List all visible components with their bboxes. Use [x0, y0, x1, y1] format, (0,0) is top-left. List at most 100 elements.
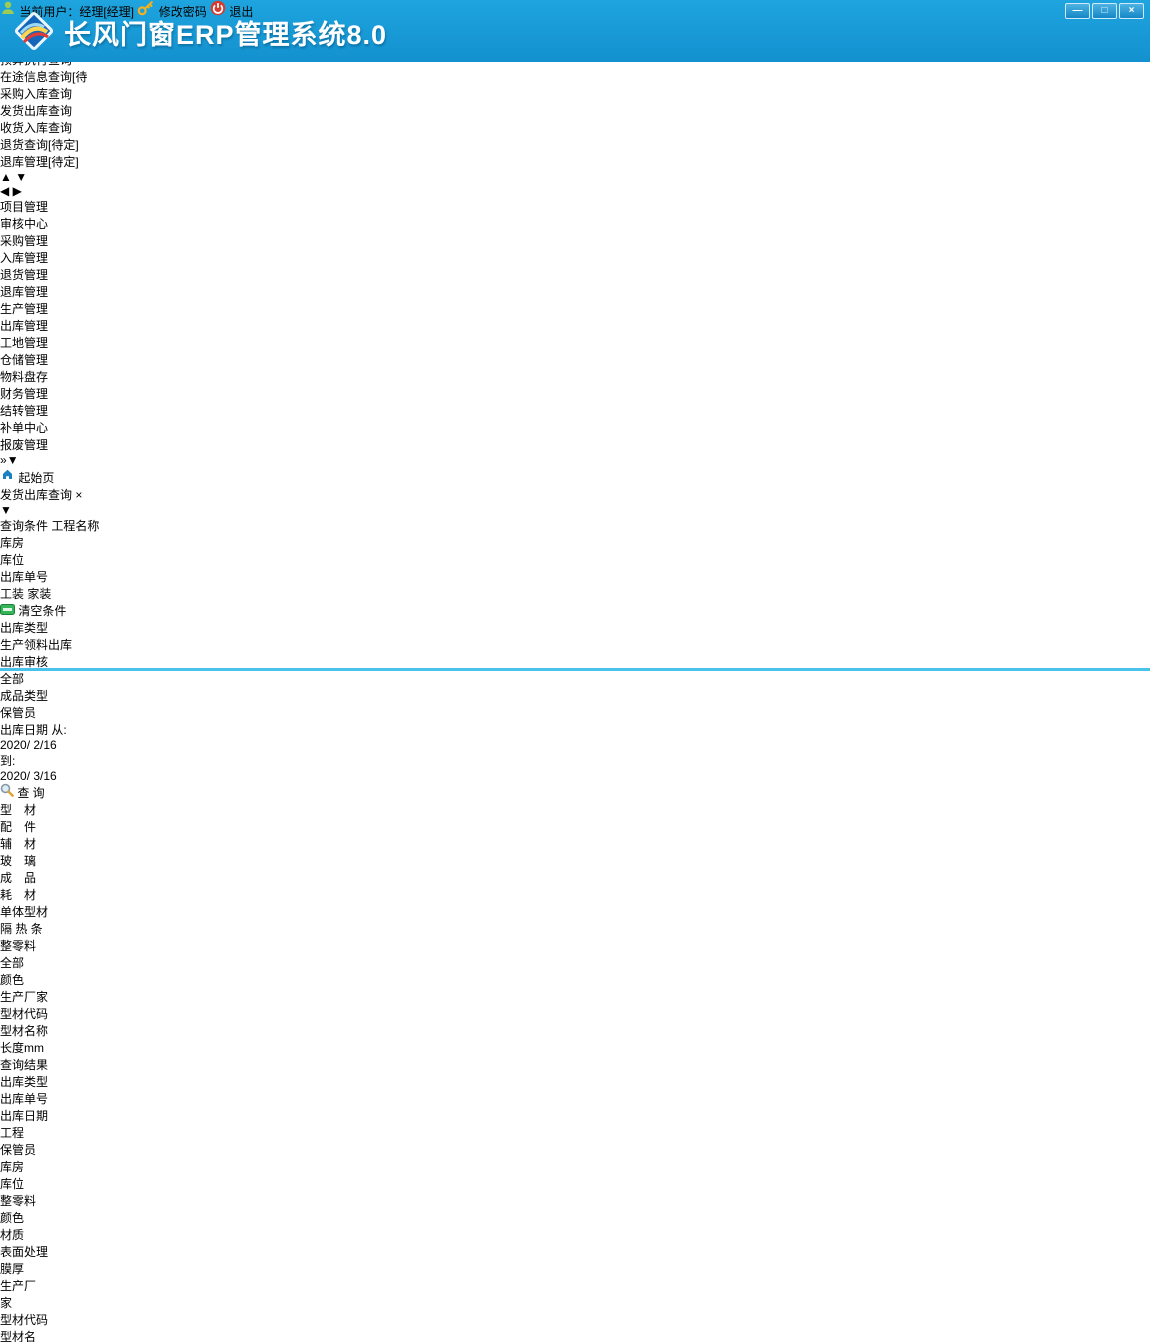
tree-horizontal-scrollbar[interactable]: ◀ ▶: [0, 184, 1150, 198]
column-header[interactable]: 出库日期: [0, 1107, 60, 1124]
length-label: 长度mm: [0, 1041, 44, 1055]
whole-part-label: 整零料: [0, 939, 36, 953]
sidebar-bottom-strip: »▼: [0, 453, 1150, 467]
product-type-label: 成品类型: [0, 689, 48, 703]
column-header[interactable]: 保管员: [0, 1141, 50, 1158]
sidebar-item[interactable]: 项目管理: [0, 198, 1150, 215]
profile-name-label: 型材名称: [0, 1024, 48, 1038]
out-type-label: 出库类型: [0, 621, 48, 635]
sidebar-item[interactable]: 结转管理: [0, 402, 1150, 419]
column-header[interactable]: 出库单号: [0, 1090, 48, 1107]
tab-close-icon[interactable]: ×: [75, 488, 82, 502]
column-header[interactable]: 材质: [0, 1226, 42, 1243]
date-to-picker[interactable]: 2020/ 3/16: [0, 769, 64, 783]
scroll-left-icon[interactable]: ◀: [0, 184, 9, 198]
query-conditions-group: 查询条件 工程名称 库房 库位 出库单号 工装 家装 清空条件 出库类型 生产领…: [0, 517, 1150, 801]
sidebar-item-label: 生产管理: [0, 302, 48, 316]
chevron-down-icon: ▼: [7, 453, 19, 467]
tree-item[interactable]: 退货查询[待定]: [0, 136, 1150, 153]
sidebar-item-label: 工地管理: [0, 336, 48, 350]
column-header[interactable]: 出库类型: [0, 1073, 80, 1090]
tree-item[interactable]: 退库管理[待定]: [0, 153, 1150, 170]
sidebar-item[interactable]: 退货管理: [0, 266, 1150, 283]
clear-conditions-button[interactable]: 清空条件: [0, 602, 103, 619]
material-tabs: 型 材配 件辅 材玻 璃成 品耗 材单体型材隔 热 条: [0, 801, 1150, 937]
sidebar-item-label: 入库管理: [0, 251, 48, 265]
material-tab-3[interactable]: 辅 材: [0, 835, 1150, 852]
sidebar-item-label: 财务管理: [0, 387, 48, 401]
warehouse-label: 库房: [0, 536, 24, 550]
tree-item-label: 收货入库查询: [0, 121, 72, 135]
close-button[interactable]: ×: [1119, 3, 1144, 19]
material-tab-5[interactable]: 成 品: [0, 869, 1150, 886]
sidebar-item[interactable]: 工地管理: [0, 334, 1150, 351]
out-type-select[interactable]: 生产领料出库: [0, 636, 76, 653]
tree-item-label: 采购入库查询: [0, 87, 72, 101]
sidebar-item[interactable]: 仓储管理: [0, 351, 1150, 368]
audit-select[interactable]: 全部: [0, 670, 58, 687]
more-buttons-chevron[interactable]: »▼: [0, 453, 19, 467]
column-header[interactable]: 库房: [0, 1158, 44, 1175]
clear-icon: [0, 604, 15, 615]
tree-vertical-scrollbar[interactable]: ▲ ▼: [0, 170, 1150, 184]
sidebar-item[interactable]: 审核中心: [0, 215, 1150, 232]
column-header[interactable]: 工程: [0, 1124, 56, 1141]
material-tab-2[interactable]: 配 件: [0, 818, 1150, 835]
column-header[interactable]: 膜厚: [0, 1260, 46, 1277]
radio-gongzhuang-label[interactable]: 工装: [0, 587, 24, 601]
column-header[interactable]: 库位: [0, 1175, 48, 1192]
sidebar-item[interactable]: 物料盘存: [0, 368, 1150, 385]
tab-shipment-query[interactable]: 发货出库查询 ×: [0, 486, 1150, 503]
material-tab-4[interactable]: 玻 璃: [0, 852, 1150, 869]
sidebar-item-label: 补单中心: [0, 421, 48, 435]
column-header[interactable]: 表面处理: [0, 1243, 52, 1260]
tab-home[interactable]: 起始页: [0, 467, 1150, 486]
tab-overflow-icon[interactable]: ▼: [0, 503, 12, 517]
tree-items: 预算执行查询在途信息查询[待采购入库查询发货出库查询收货入库查询退货查询[待定]…: [0, 51, 1150, 170]
sidebar-item[interactable]: 入库管理: [0, 249, 1150, 266]
group-title: 查询结果: [0, 1058, 48, 1072]
material-tab-7[interactable]: 单体型材: [0, 903, 1150, 920]
tree-item-label: 退货查询[待定]: [0, 138, 79, 152]
sidebar-item[interactable]: 出库管理: [0, 317, 1150, 334]
tree-item[interactable]: 发货出库查询: [0, 102, 1150, 119]
date-from-picker[interactable]: 2020/ 2/16: [0, 738, 64, 752]
date-to-label: 到:: [0, 754, 15, 768]
tree-item[interactable]: 在途信息查询[待: [0, 68, 1150, 85]
material-tab-8[interactable]: 隔 热 条: [0, 920, 1150, 937]
column-header[interactable]: 型材代码: [0, 1311, 48, 1328]
whole-part-select[interactable]: 全部: [0, 954, 58, 971]
sidebar-item[interactable]: 退库管理: [0, 283, 1150, 300]
tree-item-label: 在途信息查询[待: [0, 70, 87, 84]
search-button[interactable]: 查 询: [0, 783, 103, 801]
tree-item[interactable]: 收货入库查询: [0, 119, 1150, 136]
order-no-label: 出库单号: [0, 570, 48, 584]
sidebar-item-label: 审核中心: [0, 217, 48, 231]
radio-jiazhuang-label[interactable]: 家装: [27, 587, 51, 601]
material-tab-6[interactable]: 耗 材: [0, 886, 1150, 903]
minimize-button[interactable]: —: [1065, 3, 1090, 19]
scroll-down-icon[interactable]: ▼: [15, 170, 27, 184]
column-header[interactable]: 生产厂家: [0, 1277, 47, 1311]
maximize-button[interactable]: □: [1092, 3, 1117, 19]
sidebar-item[interactable]: 补单中心: [0, 419, 1150, 436]
sidebar-item[interactable]: 采购管理: [0, 232, 1150, 249]
keeper-label: 保管员: [0, 706, 36, 720]
column-header[interactable]: 颜色: [0, 1209, 44, 1226]
manufacturer-label: 生产厂家: [0, 990, 48, 1004]
document-tabstrip: 起始页 发货出库查询 × ▼: [0, 467, 1150, 517]
scroll-up-icon[interactable]: ▲: [0, 170, 12, 184]
column-header[interactable]: 整零料: [0, 1192, 50, 1209]
tree-item[interactable]: 采购入库查询: [0, 85, 1150, 102]
sidebar-panel: 统计分析 « – 统计分析 预算执行查询在途信息查询[待采购入库查询发货出库查询…: [0, 17, 1150, 467]
sidebar-item-label: 出库管理: [0, 319, 48, 333]
column-header[interactable]: 型材名称: [0, 1328, 46, 1342]
location-label: 库位: [0, 553, 24, 567]
sidebar-item-label: 采购管理: [0, 234, 48, 248]
scroll-right-icon[interactable]: ▶: [13, 184, 22, 198]
sidebar-item[interactable]: 报废管理: [0, 436, 1150, 453]
material-tab-1[interactable]: 型 材: [0, 801, 1150, 818]
sidebar-item[interactable]: 生产管理: [0, 300, 1150, 317]
sidebar-item[interactable]: 财务管理: [0, 385, 1150, 402]
window-controls: — □ ×: [1065, 3, 1144, 19]
